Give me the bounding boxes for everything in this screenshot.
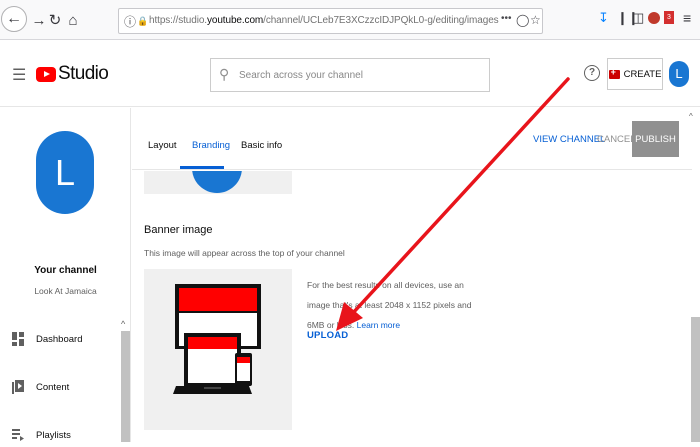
channel-title: Your channel xyxy=(34,265,97,276)
banner-image-description: This image will appear across the top of… xyxy=(144,248,345,258)
banner-preview xyxy=(144,269,292,430)
account-avatar[interactable]: L xyxy=(669,61,689,87)
address-bar[interactable]: ⓘ 🔒 https://studio.youtube.com/channel/U… xyxy=(118,8,543,34)
sidebar-scrollbar[interactable] xyxy=(121,331,130,442)
cancel-button[interactable]: CANCEL xyxy=(597,134,636,145)
dashboard-icon xyxy=(12,332,24,346)
sidebar-item-dashboard[interactable]: Dashboard xyxy=(0,327,120,351)
youtube-play-icon xyxy=(36,66,56,82)
picture-preview-circle xyxy=(192,171,242,193)
browser-toolbar: ← → ↻ ⌂ ⓘ 🔒 https://studio.youtube.com/c… xyxy=(0,0,700,40)
tab-branding[interactable]: Branding xyxy=(192,140,230,151)
download-icon[interactable]: ↧ xyxy=(598,10,609,26)
learn-more-link[interactable]: Learn more xyxy=(357,320,400,330)
active-tab-indicator xyxy=(180,166,224,169)
url-text: https://studio.youtube.com/channel/UCLeb… xyxy=(149,15,499,26)
picture-preview xyxy=(144,171,292,194)
tab-basic-info[interactable]: Basic info xyxy=(241,140,282,151)
scroll-up-arrow-icon[interactable]: ^ xyxy=(689,112,693,121)
content-icon xyxy=(12,380,24,394)
info-icon[interactable]: ⓘ xyxy=(124,13,136,30)
pocket-icon[interactable]: ◯ xyxy=(516,13,529,27)
bookmark-star-icon[interactable]: ☆ xyxy=(530,13,541,27)
main-panel: Layout Branding Basic info VIEW CHANNEL … xyxy=(132,108,700,442)
view-channel-button[interactable]: VIEW CHANNEL xyxy=(533,134,605,145)
channel-name: Look At Jamaica xyxy=(34,286,97,296)
create-button[interactable]: CREATE xyxy=(607,58,663,90)
search-icon[interactable]: ⚲ xyxy=(219,66,229,83)
sidebar-item-label: Content xyxy=(36,381,70,393)
extension-avatar-icon[interactable] xyxy=(648,12,660,24)
search-box[interactable]: ⚲ xyxy=(210,58,490,92)
home-icon[interactable]: ⌂ xyxy=(62,9,84,31)
search-input[interactable] xyxy=(239,59,484,91)
sidebar-item-label: Dashboard xyxy=(36,333,83,345)
sidebar-item-label: Playlists xyxy=(36,429,71,441)
banner-image-title: Banner image xyxy=(144,224,213,236)
studio-logo[interactable]: Studio xyxy=(36,63,109,85)
banner-requirements-text: For the best results on all devices, use… xyxy=(307,280,472,330)
tab-layout[interactable]: Layout xyxy=(148,140,177,151)
notification-badge[interactable]: 3 xyxy=(664,11,674,24)
left-sidebar: L Your channel Look At Jamaica Dashboard… xyxy=(0,108,131,442)
logo-text: Studio xyxy=(58,63,109,84)
lock-icon: 🔒 xyxy=(137,16,149,26)
create-video-icon xyxy=(608,67,620,79)
sidebar-toggle-icon[interactable]: ◫ xyxy=(632,10,644,26)
help-icon[interactable]: ? xyxy=(584,65,600,81)
playlists-icon xyxy=(12,429,24,441)
more-actions-icon[interactable]: ••• xyxy=(501,13,512,24)
publish-button[interactable]: PUBLISH xyxy=(632,121,679,157)
studio-header: ☰ Studio ⚲ ? CREATE L xyxy=(0,41,700,107)
back-arrow-icon[interactable]: ← xyxy=(1,6,27,32)
hamburger-menu-icon[interactable]: ≡ xyxy=(683,10,691,26)
create-label: CREATE xyxy=(623,68,662,80)
channel-avatar[interactable]: L xyxy=(36,131,94,214)
scroll-up-arrow-icon[interactable]: ^ xyxy=(121,319,125,329)
menu-icon[interactable]: ☰ xyxy=(12,65,26,85)
main-scrollbar[interactable] xyxy=(691,317,700,442)
device-preview-illustration xyxy=(173,284,261,394)
upload-button[interactable]: UPLOAD xyxy=(307,330,348,341)
tabs-bar: Layout Branding Basic info VIEW CHANNEL … xyxy=(132,108,692,170)
sidebar-item-playlists[interactable]: Playlists xyxy=(0,423,120,447)
sidebar-item-content[interactable]: Content xyxy=(0,375,120,399)
